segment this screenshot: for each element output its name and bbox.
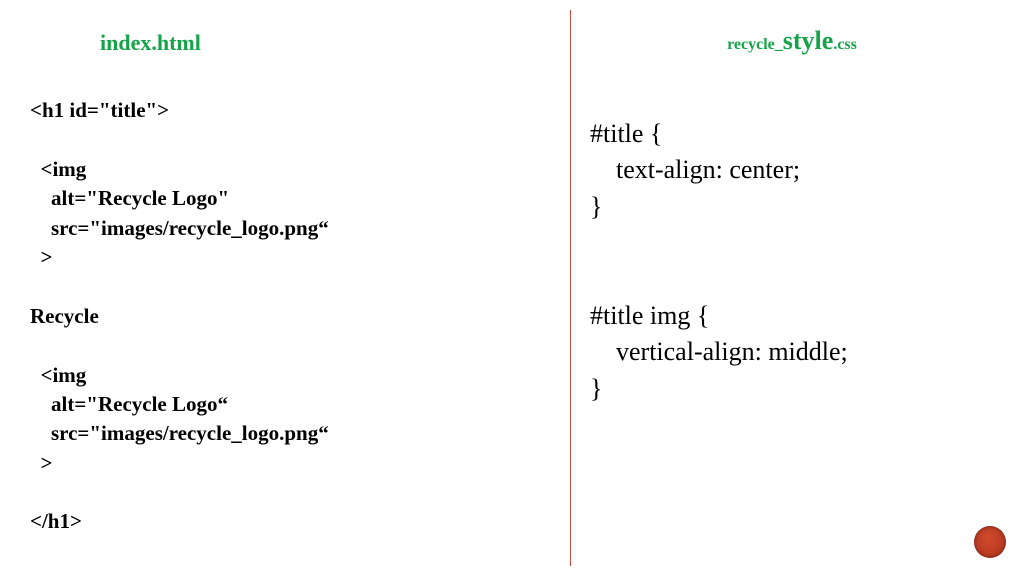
right-file-title: recycle_style.css [590,26,994,56]
css-code-block: #title { text-align: center; } #title im… [590,116,994,407]
left-file-title: index.html [100,30,540,56]
right-column: recycle_style.css #title { text-align: c… [560,0,1024,576]
css-title-prefix: recycle_ [727,36,783,53]
slide: index.html <h1 id="title"> <img alt="Rec… [0,0,1024,576]
decorative-badge-icon [974,526,1006,558]
css-title-main: style [783,26,834,55]
html-code-block: <h1 id="title"> <img alt="Recycle Logo" … [30,96,540,537]
css-title-suffix: .css [833,36,857,53]
vertical-divider [570,10,571,566]
left-column: index.html <h1 id="title"> <img alt="Rec… [0,0,560,576]
